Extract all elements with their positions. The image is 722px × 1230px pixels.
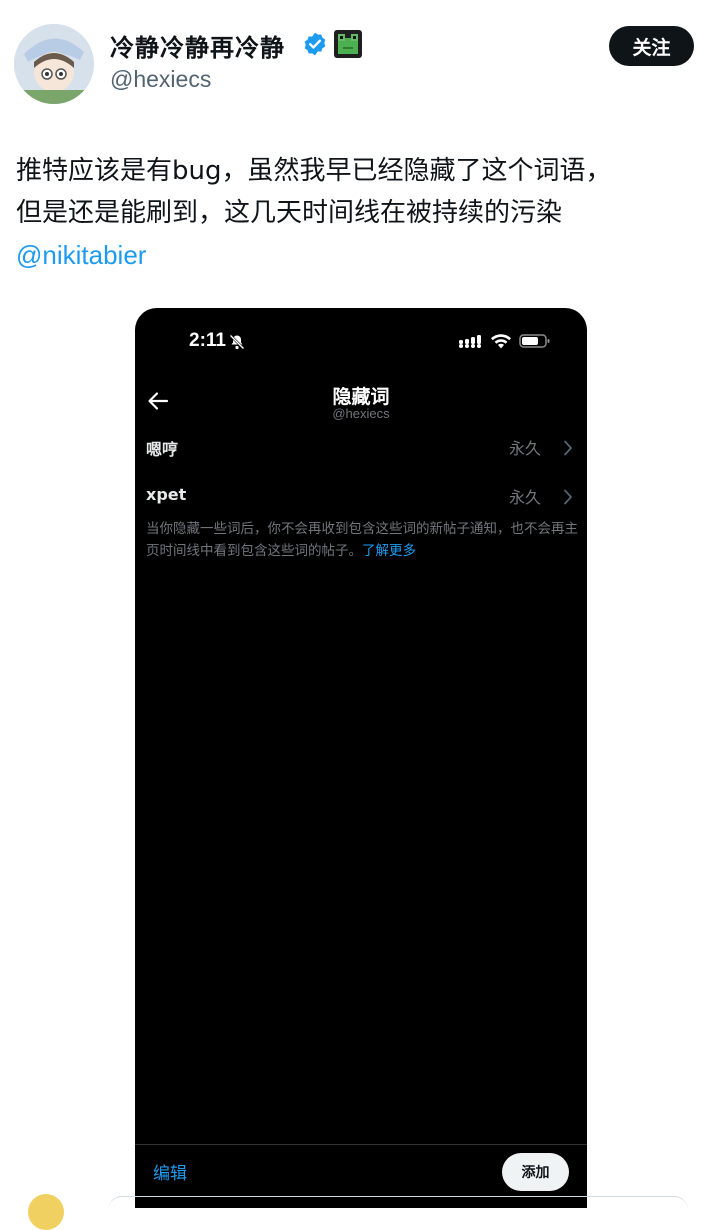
muted-word-row[interactable]: xpet 永久 [135, 475, 587, 515]
muted-duration: 永久 [508, 439, 541, 458]
page-subtitle-handle: @hexiecs [332, 406, 390, 421]
verified-badge-icon [304, 32, 326, 56]
learn-more-link[interactable]: 了解更多 [362, 543, 416, 559]
tweet-line-2: 但是还是能刷到，这几天时间线在被持续的污染 [16, 198, 563, 228]
tweet-line-1: 推特应该是有bug，虽然我早已经隐藏了这个词语， [16, 156, 612, 186]
tweet-text: 推特应该是有bug，虽然我早已经隐藏了这个词语， 但是还是能刷到，这几天时间线在… [16, 150, 706, 277]
muted-word-row[interactable]: 嗯哼 永久 [135, 426, 587, 466]
muted-words-description: 当你隐藏一些词后，你不会再收到包含这些词的新帖子通知，也不会再主页时间线中看到包… [146, 518, 578, 562]
muted-duration: 永久 [508, 488, 541, 507]
reply-input[interactable] [108, 1196, 688, 1217]
attached-screenshot[interactable]: 2:11 隐藏词 @hexiecs 嗯哼 永久 xpet 永久 当你隐藏一些词后… [135, 308, 587, 1208]
follow-button[interactable]: 关注 [609, 26, 694, 66]
author-avatar[interactable] [14, 24, 94, 104]
page-title: 隐藏词 [332, 386, 390, 408]
muted-word: xpet [146, 485, 187, 504]
cellular-signal-icon [459, 335, 481, 348]
edit-button[interactable]: 编辑 [153, 1159, 187, 1184]
reply-avatar [28, 1194, 64, 1230]
chevron-right-icon [564, 440, 572, 456]
frog-icon [334, 30, 362, 58]
avatar-image [14, 24, 94, 104]
status-time: 2:11 [189, 330, 226, 351]
battery-icon [519, 334, 550, 348]
author-name[interactable]: 冷静冷静再冷静 [110, 28, 285, 63]
add-button[interactable]: 添加 [502, 1153, 569, 1191]
mention-link[interactable]: @nikitabier [16, 240, 146, 270]
chevron-right-icon [564, 489, 572, 505]
wifi-icon [491, 334, 511, 349]
author-handle[interactable]: @hexiecs [110, 66, 211, 93]
muted-word: 嗯哼 [146, 440, 179, 459]
bell-muted-icon [229, 334, 245, 350]
